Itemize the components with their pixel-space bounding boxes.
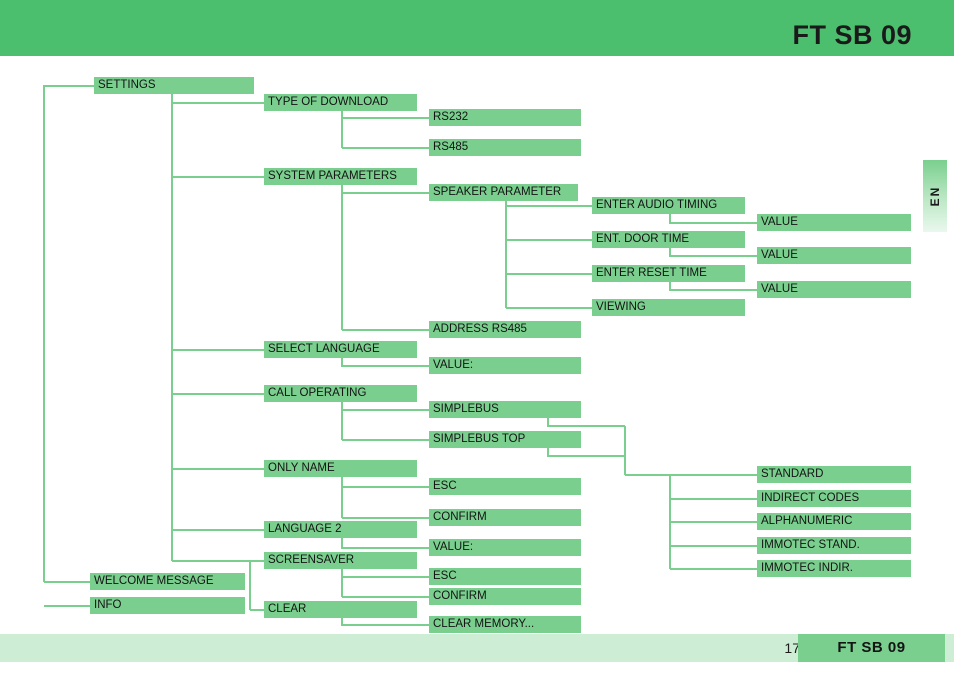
node-address-rs485[interactable]: ADDRESS RS485 [429, 321, 581, 338]
node-welcome-message[interactable]: WELCOME MESSAGE [90, 573, 245, 590]
node-alphanumeric[interactable]: ALPHANUMERIC [757, 513, 911, 530]
node-screensaver-esc[interactable]: ESC [429, 568, 581, 585]
node-select-language-value[interactable]: VALUE: [429, 357, 581, 374]
node-info[interactable]: INFO [90, 597, 245, 614]
node-call-operating[interactable]: CALL OPERATING [264, 385, 417, 402]
footer-brand-label: FT SB 09 [837, 639, 906, 656]
node-system-parameters[interactable]: SYSTEM PARAMETERS [264, 168, 417, 185]
node-only-name-confirm[interactable]: CONFIRM [429, 509, 581, 526]
node-language-2-value[interactable]: VALUE: [429, 539, 581, 556]
node-value-audio-timing[interactable]: VALUE [757, 214, 911, 231]
menu-tree-diagram: SETTINGS TYPE OF DOWNLOAD RS232 RS485 SY… [0, 0, 954, 634]
node-only-name-esc[interactable]: ESC [429, 478, 581, 495]
node-immotec-indir[interactable]: IMMOTEC INDIR. [757, 560, 911, 577]
node-rs485[interactable]: RS485 [429, 139, 581, 156]
node-type-of-download[interactable]: TYPE OF DOWNLOAD [264, 94, 417, 111]
node-language-2[interactable]: LANGUAGE 2 [264, 521, 417, 538]
node-value-reset-time[interactable]: VALUE [757, 281, 911, 298]
node-clear-memory[interactable]: CLEAR MEMORY... [429, 616, 581, 633]
node-standard[interactable]: STANDARD [757, 466, 911, 483]
page-number: 17 [784, 640, 800, 656]
node-settings[interactable]: SETTINGS [94, 77, 254, 94]
node-ent-door-time[interactable]: ENT. DOOR TIME [592, 231, 745, 248]
node-select-language[interactable]: SELECT LANGUAGE [264, 341, 417, 358]
node-enter-reset-time[interactable]: ENTER RESET TIME [592, 265, 745, 282]
node-simplebus[interactable]: SIMPLEBUS [429, 401, 581, 418]
footer-brand-box: FT SB 09 [798, 634, 945, 662]
node-screensaver-confirm[interactable]: CONFIRM [429, 588, 581, 605]
node-simplebus-top[interactable]: SIMPLEBUS TOP [429, 431, 581, 448]
node-clear[interactable]: CLEAR [264, 601, 417, 618]
node-screensaver[interactable]: SCREENSAVER [264, 552, 417, 569]
node-indirect-codes[interactable]: INDIRECT CODES [757, 490, 911, 507]
node-enter-audio-timing[interactable]: ENTER AUDIO TIMING [592, 197, 745, 214]
node-speaker-parameter[interactable]: SPEAKER PARAMETER [429, 184, 578, 201]
node-value-door-time[interactable]: VALUE [757, 247, 911, 264]
node-viewing[interactable]: VIEWING [592, 299, 745, 316]
node-immotec-stand[interactable]: IMMOTEC STAND. [757, 537, 911, 554]
node-rs232[interactable]: RS232 [429, 109, 581, 126]
node-only-name[interactable]: ONLY NAME [264, 460, 417, 477]
